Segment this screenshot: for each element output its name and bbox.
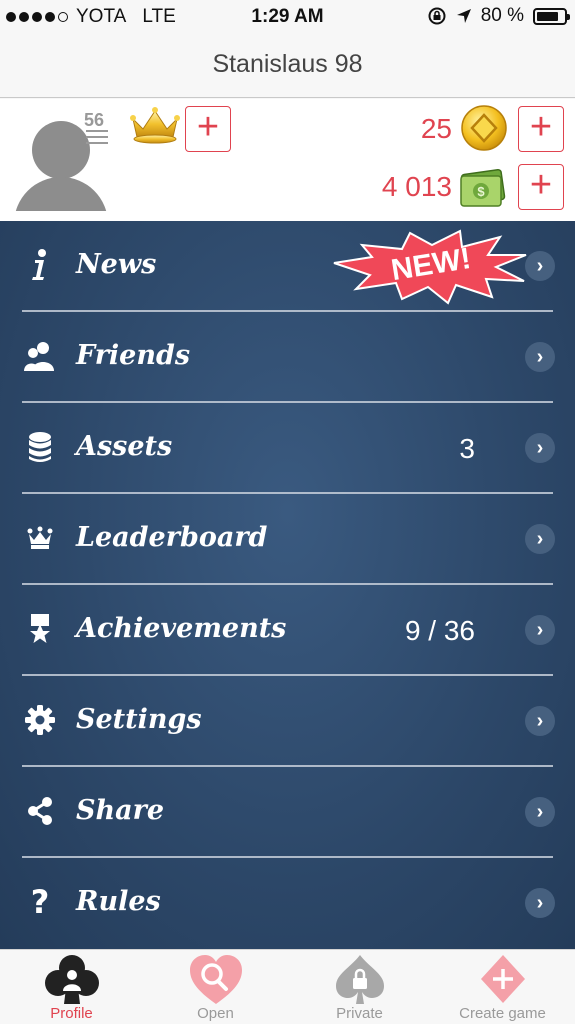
menu-label: Achievements [76, 613, 287, 644]
diamond-plus-icon [481, 955, 525, 1003]
avatar-head [32, 121, 90, 179]
main-menu: News NEW! › Friends › Assets 3 › Leaderb… [0, 221, 575, 949]
chevron-right-icon: › [525, 524, 555, 554]
menu-label: News [76, 249, 157, 280]
crown-icon [24, 521, 56, 555]
buy-coins-button[interactable]: + [518, 106, 564, 152]
medal-icon [24, 612, 56, 646]
tab-label: Profile [50, 1005, 93, 1022]
menu-label: Rules [76, 886, 161, 917]
battery-icon [533, 7, 570, 25]
chevron-right-icon: › [525, 251, 555, 281]
buy-vip-button[interactable]: + [185, 106, 231, 152]
achievements-progress: 9 / 36 [404, 615, 475, 646]
nav-title-bar: Stanislaus 98 [0, 34, 575, 98]
chevron-right-icon: › [525, 888, 555, 918]
menu-item-friends[interactable]: Friends › [0, 312, 575, 403]
status-bar: YOTA LTE 1:29 AM 80 % [0, 0, 575, 34]
heart-search-icon [190, 955, 242, 1004]
crown-icon[interactable] [129, 105, 181, 147]
tab-label: Create game [459, 1005, 546, 1022]
menu-label: Assets [76, 431, 173, 462]
chevron-right-icon: › [525, 342, 555, 372]
tab-create-game[interactable]: Create game [431, 950, 574, 1024]
chevron-right-icon: › [525, 706, 555, 736]
level-stripes-icon [86, 130, 108, 148]
info-icon [24, 248, 56, 282]
new-badge: NEW! [333, 229, 527, 305]
coin-icon [461, 105, 507, 151]
status-right: 80 % [427, 5, 570, 27]
battery-fill [537, 11, 558, 21]
menu-label: Friends [76, 340, 191, 371]
rotation-lock-icon [428, 7, 446, 25]
assets-count: 3 [459, 433, 475, 464]
level-badge: 56 [84, 110, 105, 130]
menu-item-achievements[interactable]: Achievements 9 / 36 › [0, 585, 575, 676]
coins-count: 25 [420, 113, 452, 144]
question-icon: ? [30, 883, 50, 921]
tab-private[interactable]: Private [288, 950, 431, 1024]
menu-label: Leaderboard [76, 522, 268, 553]
cash-icon: $ [460, 169, 506, 207]
location-arrow-icon [456, 9, 471, 23]
club-profile-icon [45, 955, 99, 1004]
menu-label: Share [76, 795, 165, 826]
menu-item-rules[interactable]: ? Rules › [0, 858, 575, 949]
cash-count: 4 013 [381, 171, 452, 202]
tab-label: Private [336, 1005, 383, 1022]
coins-stack-icon [24, 430, 56, 464]
tab-profile[interactable]: Profile [0, 950, 143, 1024]
spade-lock-icon [336, 955, 384, 1004]
battery-percent: 80 % [480, 5, 524, 26]
menu-item-news[interactable]: News NEW! › [0, 221, 575, 312]
tab-bar: Profile Open Private Create game [0, 949, 575, 1024]
buy-cash-button[interactable]: + [518, 164, 564, 210]
tab-label: Open [197, 1005, 234, 1022]
svg-text:$: $ [477, 184, 485, 199]
profile-header: 56 + 25 + 4 013 $ + [0, 99, 575, 221]
friends-icon [24, 339, 56, 373]
chevron-right-icon: › [525, 615, 555, 645]
menu-item-leaderboard[interactable]: Leaderboard › [0, 494, 575, 585]
chevron-right-icon: › [525, 797, 555, 827]
menu-label: Settings [76, 704, 202, 735]
chevron-right-icon: › [525, 433, 555, 463]
menu-item-assets[interactable]: Assets 3 › [0, 403, 575, 494]
tab-open[interactable]: Open [144, 950, 287, 1024]
avatar-body [14, 177, 108, 211]
menu-item-share[interactable]: Share › [0, 767, 575, 858]
share-icon [24, 794, 56, 828]
menu-item-settings[interactable]: Settings › [0, 676, 575, 767]
gear-icon [24, 703, 56, 737]
page-title: Stanislaus 98 [212, 50, 363, 78]
